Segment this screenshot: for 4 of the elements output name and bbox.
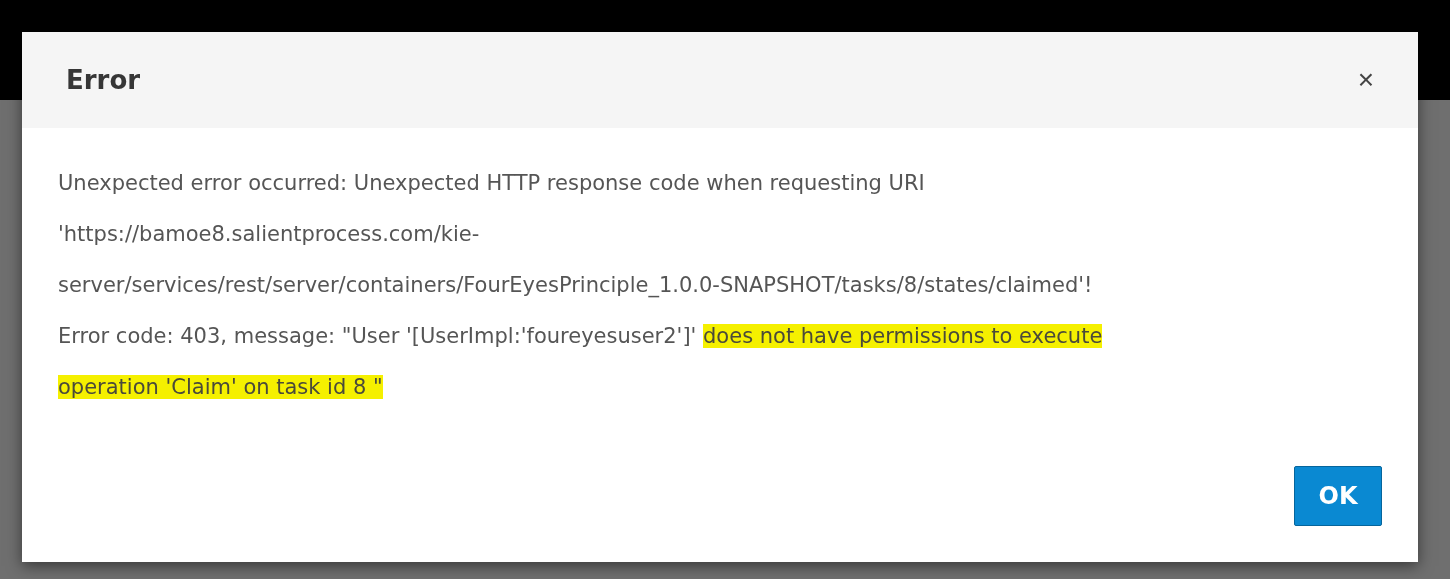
ok-button[interactable]: OK	[1294, 466, 1382, 526]
error-message: Unexpected error occurred: Unexpected HTTP response code when requesting URI 'https://bamoe8.salientprocess.com/kie- server/services/rest/server/containers/FourEyesPrinciple_1.0.0-SNAPSHOT/tasks/8/states/claimed'! Error code: 403, message: "User '[UserImpl:'foureyesuser2']' does not have permissions to execute operation 'Claim' on task id 8 "	[58, 170, 1104, 401]
dialog-title: Error	[66, 65, 141, 95]
close-button[interactable]: ×	[1353, 64, 1378, 96]
